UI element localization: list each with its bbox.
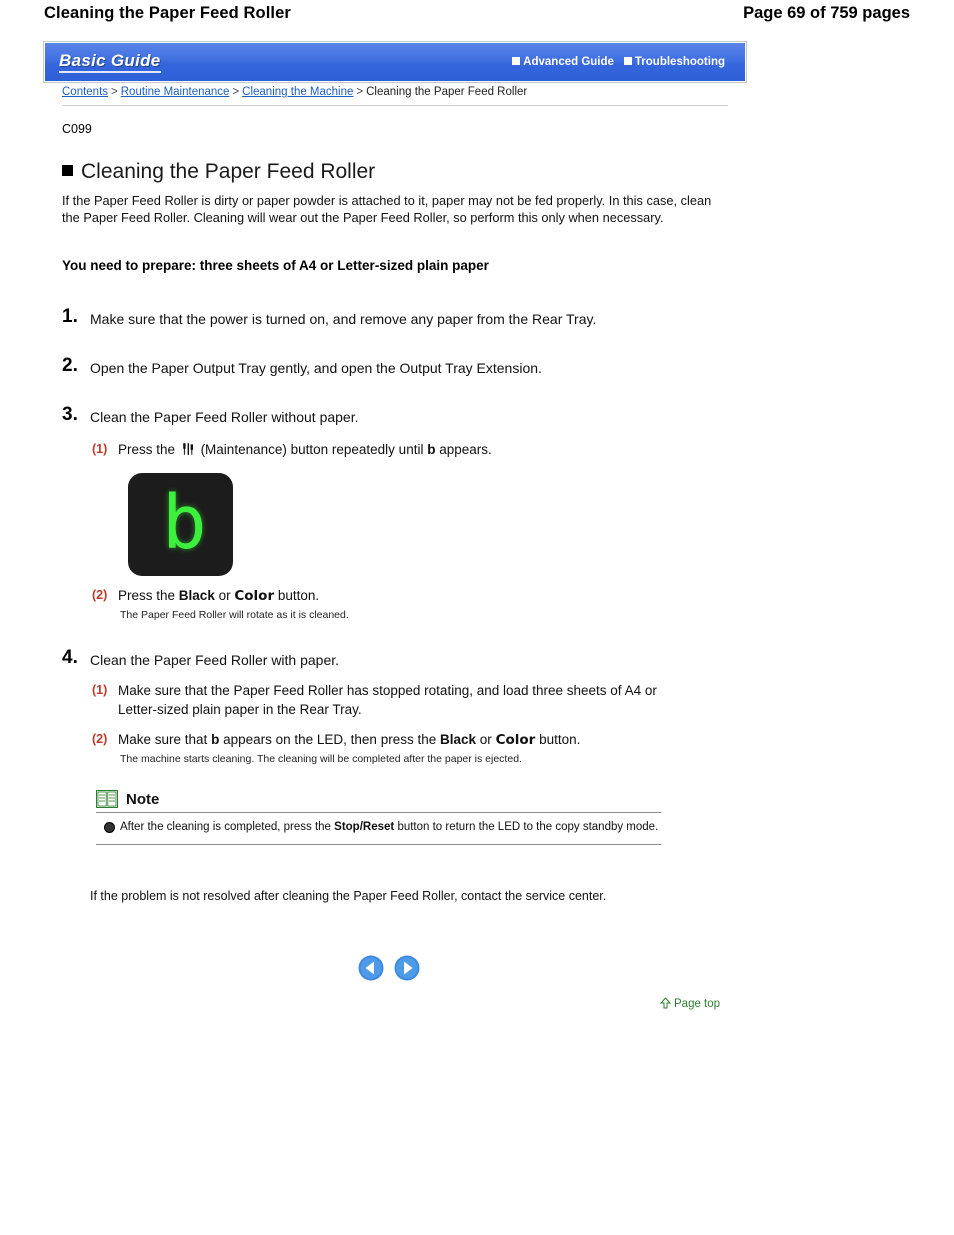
step-3: 3. Clean the Paper Feed Roller without p…	[62, 404, 762, 427]
led-display-value: b	[162, 480, 207, 566]
step-4-substep-2-note: The machine starts cleaning. The cleanin…	[120, 753, 522, 765]
maintenance-button-icon	[181, 442, 195, 456]
breadcrumb-separator: >	[232, 86, 240, 98]
document-code: C099	[62, 122, 92, 136]
breadcrumb-item-cleaning-the-machine[interactable]: Cleaning the Machine	[242, 86, 353, 98]
breadcrumb-separator: >	[356, 86, 364, 98]
step-1-number: 1.	[62, 306, 78, 327]
step-1: 1. Make sure that the power is turned on…	[62, 306, 762, 329]
color-button-label: Color	[495, 732, 536, 748]
note-header: Note	[96, 790, 661, 813]
prepare-line: You need to prepare: three sheets of A4 …	[62, 258, 489, 273]
page-number-label: Page 69 of 759 pages	[743, 4, 910, 22]
step-3-substep-2-body: Press the Black or Color button.	[118, 586, 712, 606]
step-4-substep-2-label: (2)	[92, 732, 108, 746]
black-button-label: Black	[439, 732, 477, 747]
step-3-substep-2-note: The Paper Feed Roller will rotate as it …	[120, 609, 349, 621]
page-navigation	[358, 955, 428, 983]
step-4-substep-1-label: (1)	[92, 683, 108, 697]
step-4-substep-1-body: Make sure that the Paper Feed Roller has…	[118, 683, 657, 717]
note-box: Note After the cleaning is completed, pr…	[96, 790, 661, 845]
breadcrumb-item-contents[interactable]: Contents	[62, 86, 108, 98]
square-bullet-icon	[62, 165, 73, 176]
basic-guide-logo: Basic Guide	[59, 51, 161, 73]
step-3-substep-1-label: (1)	[92, 442, 108, 456]
closing-paragraph: If the problem is not resolved after cle…	[90, 889, 607, 903]
up-arrow-icon	[659, 997, 672, 1009]
step-3-substep-2-label: (2)	[92, 588, 108, 602]
substep-text-part2: appears on the LED, then press the	[223, 732, 437, 747]
previous-page-arrow[interactable]	[358, 955, 384, 981]
note-text: After the cleaning is completed, press t…	[120, 820, 661, 835]
bullet-dot-icon	[104, 822, 115, 833]
note-text-part1: After the cleaning is completed, press t…	[120, 821, 331, 833]
page-top-label: Page top	[674, 998, 721, 1010]
page-title-text: Cleaning the Paper Feed Roller	[81, 160, 376, 183]
breadcrumb-item-routine-maintenance[interactable]: Routine Maintenance	[121, 86, 230, 98]
step-1-text: Make sure that the power is turned on, a…	[90, 311, 597, 327]
step-4-number: 4.	[62, 647, 78, 668]
substep-text-part1: Press the	[118, 442, 176, 457]
step-2-text: Open the Paper Output Tray gently, and o…	[90, 360, 542, 376]
page-title: Cleaning the Paper Feed Roller	[62, 160, 375, 184]
step-4-substep-2-body: Make sure that b appears on the LED, the…	[118, 730, 732, 750]
breadcrumb-item-current: Cleaning the Paper Feed Roller	[366, 86, 528, 98]
step-4-text: Clean the Paper Feed Roller with paper.	[90, 652, 340, 668]
step-2: 2. Open the Paper Output Tray gently, an…	[62, 355, 762, 378]
white-square-icon	[623, 57, 632, 65]
led-code-inline: b	[427, 442, 436, 457]
black-button-label: Black	[178, 588, 215, 603]
next-page-arrow[interactable]	[394, 955, 420, 981]
breadcrumb-separator: >	[111, 86, 118, 98]
white-square-icon	[512, 57, 521, 65]
step-3-substep-2: (2) Press the Black or Color button.	[92, 586, 712, 606]
substep-text-part2: button.	[277, 588, 320, 603]
substep-text-part3: appears.	[439, 442, 492, 457]
note-text-part2: button to return the LED to the copy sta…	[397, 821, 659, 833]
troubleshooting-link[interactable]: Troubleshooting	[623, 56, 725, 68]
led-code-inline: b	[211, 732, 220, 747]
step-3-text: Clean the Paper Feed Roller without pape…	[90, 409, 359, 425]
substep-text-part1: Make sure that	[118, 732, 208, 747]
intro-paragraph: If the Paper Feed Roller is dirty or pap…	[62, 193, 712, 225]
led-display-image: b	[128, 473, 233, 576]
or-text: or	[479, 732, 492, 747]
step-4: 4. Clean the Paper Feed Roller with pape…	[62, 647, 762, 670]
step-3-substep-1-body: Press the (Maintenance) button repeatedl…	[118, 440, 712, 459]
breadcrumb: Contents > Routine Maintenance > Cleaning th…	[62, 86, 728, 106]
page-header: Cleaning the Paper Feed Roller Page 69 o…	[0, 0, 954, 34]
advanced-guide-link[interactable]: Advanced Guide	[512, 56, 614, 68]
guide-bar-links: Advanced Guide Troubleshooting	[512, 56, 735, 68]
or-text: or	[218, 588, 231, 603]
substep-text-part3: button.	[539, 732, 581, 747]
substep-text-part1: Press the	[118, 588, 176, 603]
basic-guide-bar: Basic Guide Advanced Guide Troubleshootin…	[44, 42, 746, 82]
step-4-substep-2: (2) Make sure that b appears on the LED,…	[92, 730, 732, 750]
color-button-label: Color	[234, 588, 275, 604]
step-3-substep-1: (1) Press the (Maintenance) button repea…	[92, 440, 712, 459]
step-4-substep-1: (1) Make sure that the Paper Feed Roller…	[92, 681, 692, 719]
stop-reset-button-label: Stop/Reset	[334, 821, 395, 833]
step-2-number: 2.	[62, 355, 78, 376]
page-top-link[interactable]: Page top	[659, 997, 721, 1010]
advanced-guide-label: Advanced Guide	[523, 56, 614, 68]
note-title: Note	[126, 790, 160, 808]
troubleshooting-label: Troubleshooting	[634, 56, 725, 68]
step-3-number: 3.	[62, 404, 78, 425]
substep-text-part2: (Maintenance) button repeatedly until	[200, 442, 424, 457]
note-body: After the cleaning is completed, press t…	[96, 813, 661, 845]
page-header-title: Cleaning the Paper Feed Roller	[44, 4, 291, 22]
note-book-icon	[96, 790, 118, 808]
